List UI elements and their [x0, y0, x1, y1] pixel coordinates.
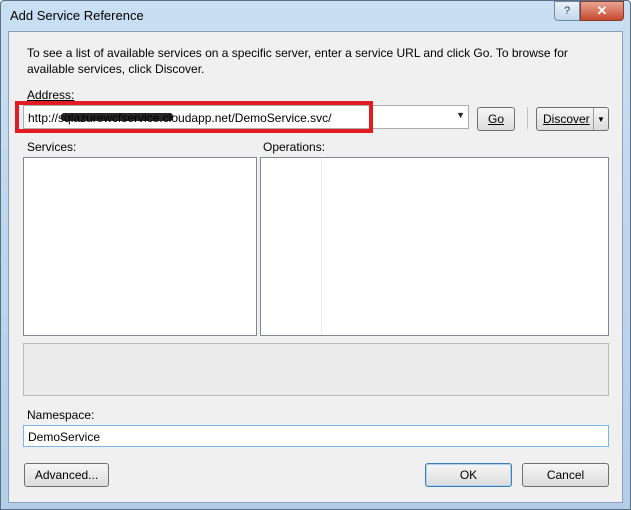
operations-column-divider: [321, 158, 322, 335]
namespace-label: Namespace:: [27, 408, 95, 422]
namespace-input[interactable]: DemoService: [23, 425, 609, 447]
cancel-button[interactable]: Cancel: [522, 463, 609, 487]
address-label: Address:: [27, 88, 74, 102]
close-icon: ✕: [596, 3, 608, 18]
status-panel: [23, 343, 609, 396]
discover-dropdown-icon[interactable]: ▼: [593, 108, 608, 130]
discover-button-label: Discover: [543, 112, 590, 126]
dialog-title: Add Service Reference: [10, 8, 144, 23]
add-service-reference-dialog: Add Service Reference ? ✕ To see a list …: [0, 0, 631, 510]
advanced-button-label: Advanced...: [34, 468, 99, 482]
services-label: Services:: [27, 140, 77, 154]
title-bar-buttons: ? ✕: [554, 1, 624, 21]
discover-button[interactable]: Discover ▼: [536, 107, 609, 131]
toolbar-separator: [527, 107, 528, 129]
operations-list[interactable]: [260, 157, 609, 336]
cancel-button-label: Cancel: [546, 468, 585, 482]
go-button-label: Go: [487, 112, 504, 126]
namespace-value: DemoService: [28, 430, 101, 444]
close-button[interactable]: ✕: [580, 1, 624, 21]
address-highlight-annotation: [15, 101, 373, 133]
services-tree[interactable]: [23, 157, 257, 336]
operations-label: Operations:: [263, 140, 326, 154]
help-icon: ?: [563, 5, 571, 17]
help-button[interactable]: ?: [554, 1, 580, 21]
ok-button-label: OK: [459, 468, 478, 482]
go-button[interactable]: Go: [477, 107, 515, 131]
instructions-text: To see a list of available services on a…: [27, 46, 568, 76]
address-label-text: Address:: [27, 88, 75, 102]
ok-button[interactable]: OK: [425, 463, 512, 487]
title-bar[interactable]: Add Service Reference ? ✕: [1, 1, 630, 31]
dialog-body: To see a list of available services on a…: [8, 31, 623, 503]
advanced-button[interactable]: Advanced...: [24, 463, 109, 487]
address-dropdown-icon[interactable]: ▼: [456, 110, 465, 120]
